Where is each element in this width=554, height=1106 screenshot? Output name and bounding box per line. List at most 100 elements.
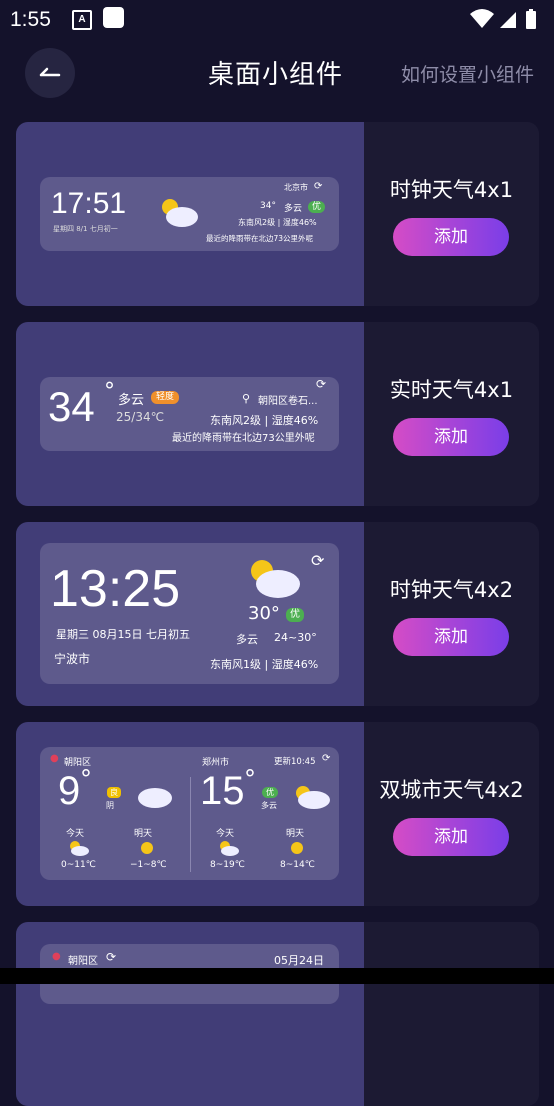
- back-button[interactable]: [25, 48, 75, 98]
- widget-info: 双城市天气4x2 添加: [364, 722, 539, 906]
- page-title: 桌面小组件: [208, 60, 344, 90]
- cloudy-sun-icon: [244, 555, 302, 603]
- widget-cond: 多云: [118, 393, 145, 408]
- widget-time: 13:25: [50, 560, 181, 618]
- city2-cond: 多云: [261, 801, 277, 810]
- city1-forecast-day2: 明天: [134, 829, 153, 839]
- city1-temp: 9: [58, 769, 81, 813]
- battery-icon: [526, 9, 536, 29]
- add-button[interactable]: 添加: [393, 218, 509, 256]
- divider: [190, 777, 191, 872]
- signal-icon: [500, 12, 516, 28]
- widget-temp: 34°: [260, 201, 276, 211]
- city1-forecast-range1: 0~11℃: [61, 860, 96, 870]
- status-bar: 1:55 A: [0, 0, 554, 40]
- widget-wind: 东南风1级 | 湿度46%: [210, 658, 319, 671]
- widget-wind: 东南风2级 | 湿度46%: [210, 414, 319, 427]
- widget-info: [364, 922, 539, 1106]
- widget-location: 朝阳区卷石...: [258, 396, 318, 407]
- city2-forecast-day2: 明天: [286, 829, 305, 839]
- app-notification-icon: [103, 7, 124, 28]
- location-pin-icon: ⚲: [242, 392, 251, 405]
- widget-preview-area: 13:25 星期三 08月15日 七月初五 宁波市 ⟳ 30° 优 多云 24~…: [16, 522, 364, 706]
- city1-degree: °: [80, 765, 92, 793]
- refresh-icon[interactable]: ⟳: [314, 181, 322, 192]
- widget-preview: 34 ° 多云 轻度 25/34℃ ⚲ 朝阳区卷石... ⟳ 东南风2级 | 湿…: [40, 377, 339, 451]
- widget-city: 宁波市: [54, 652, 91, 666]
- cloudy-sun-icon: [66, 839, 90, 861]
- widget-card-realtime-4x1: 34 ° 多云 轻度 25/34℃ ⚲ 朝阳区卷石... ⟳ 东南风2级 | 湿…: [16, 322, 539, 506]
- widget-info: 实时天气4x1 添加: [364, 322, 539, 506]
- widget-date: 05月24日: [274, 954, 324, 967]
- cloudy-sun-icon: [292, 783, 332, 815]
- add-button[interactable]: 添加: [393, 818, 509, 856]
- widget-cond: 多云: [284, 204, 303, 214]
- widget-preview-area: 34 ° 多云 轻度 25/34℃ ⚲ 朝阳区卷石... ⟳ 东南风2级 | 湿…: [16, 322, 364, 506]
- city1-aqi-badge: 良: [107, 787, 121, 798]
- widget-preview-area: 17:51 星期四 8/1 七月初一 北京市 ⟳ 34° 多云 优 东南风2级 …: [16, 122, 364, 306]
- cloud-icon: [136, 783, 174, 813]
- widget-time: 17:51: [51, 187, 127, 220]
- widget-name: 时钟天气4x2: [389, 578, 514, 602]
- update-time: 更新10:45: [274, 757, 316, 767]
- widget-info: 时钟天气4x1 添加: [364, 122, 539, 306]
- widget-name: 双城市天气4x2: [379, 778, 524, 802]
- widget-card-clock-4x1: 17:51 星期四 8/1 七月初一 北京市 ⟳ 34° 多云 优 东南风2级 …: [16, 122, 539, 306]
- location-pin-icon: ●: [52, 951, 61, 962]
- refresh-icon[interactable]: ⟳: [106, 950, 116, 964]
- city2-aqi-badge: 优: [262, 787, 278, 798]
- refresh-icon[interactable]: ⟳: [322, 753, 330, 764]
- widget-date: 星期三 08月15日 七月初五: [56, 628, 190, 641]
- how-to-setup-link[interactable]: 如何设置小组件: [401, 60, 534, 87]
- widget-city: 北京市: [284, 183, 308, 192]
- sun-icon: [138, 839, 156, 861]
- widget-name: 实时天气4x1: [389, 378, 514, 402]
- widget-date: 星期四 8/1 七月初一: [53, 225, 118, 233]
- aqi-badge: 优: [308, 201, 326, 213]
- navigation-bar: [0, 968, 554, 984]
- city1-forecast-range2: −1~8℃: [130, 860, 167, 870]
- city1-forecast-day1: 今天: [66, 829, 85, 839]
- status-icons: [470, 8, 540, 34]
- city2-name: 郑州市: [202, 758, 230, 768]
- widget-preview-area: ● 朝阳区 郑州市 更新10:45 ⟳ 9 ° 良 阴 今天 明天 0~11℃ …: [16, 722, 364, 906]
- widget-range: 25/34℃: [116, 410, 165, 424]
- widget-card-partial: ● 朝阳区 ⟳ 05月24日: [16, 922, 539, 1106]
- sun-icon: [288, 839, 306, 861]
- status-time: 1:55: [10, 8, 51, 31]
- city2-degree: °: [244, 765, 256, 793]
- widget-temp: 30°: [248, 603, 280, 624]
- location-pin-icon: ●: [50, 753, 59, 764]
- city2-forecast-day1: 今天: [216, 829, 235, 839]
- header: 桌面小组件 如何设置小组件: [0, 40, 554, 106]
- widget-city: 朝阳区: [68, 956, 98, 967]
- widget-rain: 最近的降雨带在北边73公里外呢: [172, 433, 315, 444]
- city1-cond: 阴: [106, 801, 114, 810]
- widget-wind: 东南风2级 | 湿度46%: [238, 218, 317, 227]
- widget-preview: 13:25 星期三 08月15日 七月初五 宁波市 ⟳ 30° 优 多云 24~…: [40, 543, 339, 684]
- city2-forecast-range2: 8~14℃: [280, 860, 315, 870]
- city2-temp: 15: [200, 769, 245, 813]
- add-button[interactable]: 添加: [393, 418, 509, 456]
- widget-preview: ● 朝阳区 郑州市 更新10:45 ⟳ 9 ° 良 阴 今天 明天 0~11℃ …: [40, 747, 339, 880]
- widget-degree: °: [104, 379, 115, 404]
- add-button[interactable]: 添加: [393, 618, 509, 656]
- widget-card-clock-4x2: 13:25 星期三 08月15日 七月初五 宁波市 ⟳ 30° 优 多云 24~…: [16, 522, 539, 706]
- widget-cond: 多云: [236, 633, 258, 646]
- refresh-icon[interactable]: ⟳: [316, 377, 326, 391]
- widget-rain: 最近的降雨带在北边73公里外呢: [206, 234, 314, 243]
- widget-temp: 34: [48, 383, 95, 430]
- widget-card-dual-city-4x2: ● 朝阳区 郑州市 更新10:45 ⟳ 9 ° 良 阴 今天 明天 0~11℃ …: [16, 722, 539, 906]
- a-notification-icon: A: [72, 10, 92, 30]
- refresh-icon[interactable]: ⟳: [311, 551, 324, 570]
- widget-range: 24~30°: [274, 631, 317, 644]
- widget-preview-area: ● 朝阳区 ⟳ 05月24日: [16, 922, 364, 1106]
- cloudy-sun-icon: [216, 839, 240, 861]
- widget-preview: 17:51 星期四 8/1 七月初一 北京市 ⟳ 34° 多云 优 东南风2级 …: [40, 177, 339, 251]
- cloudy-sun-icon: [156, 195, 200, 233]
- aqi-badge: 优: [286, 608, 304, 622]
- wifi-icon: [470, 9, 494, 28]
- widget-name: 时钟天气4x1: [389, 178, 514, 202]
- back-arrow-icon: [39, 67, 61, 77]
- widget-info: 时钟天气4x2 添加: [364, 522, 539, 706]
